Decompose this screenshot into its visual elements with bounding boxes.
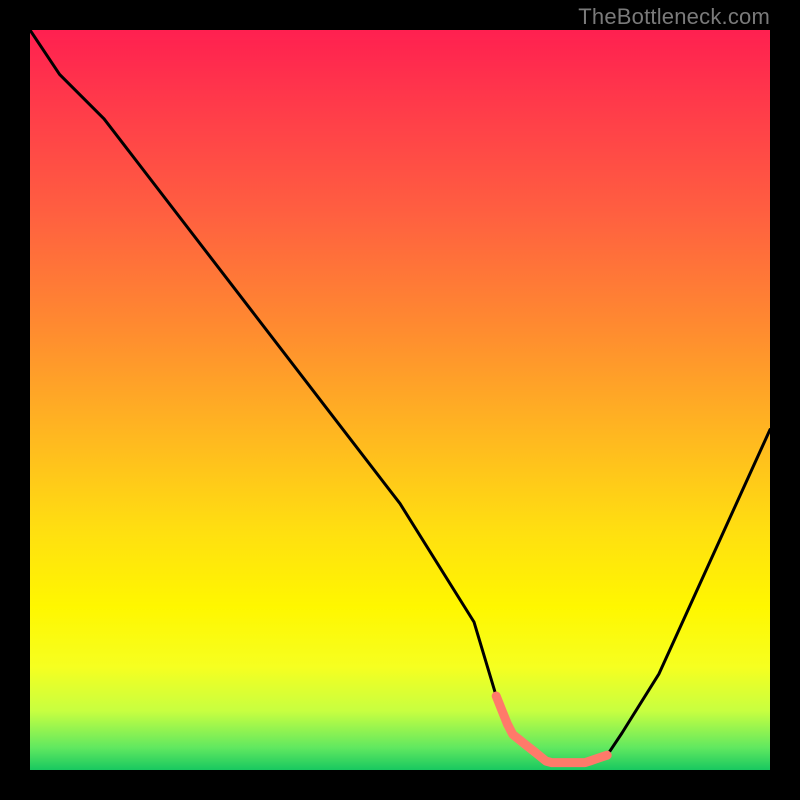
watermark-text: TheBottleneck.com [578, 4, 770, 30]
bottleneck-curve [30, 30, 770, 763]
plot-area [30, 30, 770, 770]
chart-frame: TheBottleneck.com [0, 0, 800, 800]
curve-svg [30, 30, 770, 770]
highlight-segment [496, 696, 607, 763]
